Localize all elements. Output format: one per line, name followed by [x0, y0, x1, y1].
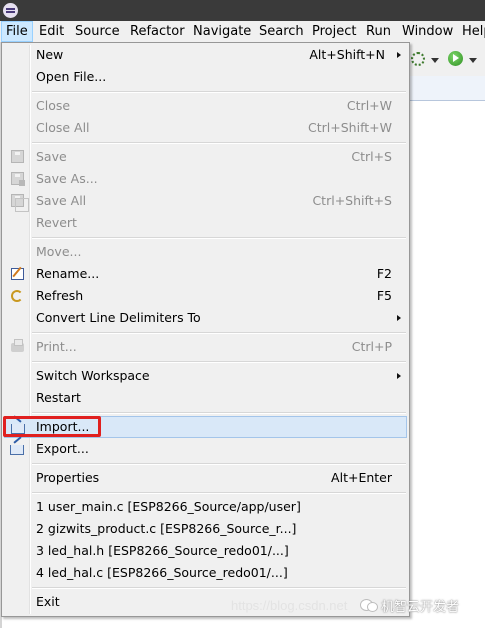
menubar-window[interactable]: Window — [398, 21, 457, 42]
menu-item-open-file[interactable]: Open File... — [4, 66, 407, 88]
menu-item-label: Save All — [36, 193, 87, 208]
menubar-run[interactable]: Run — [362, 21, 395, 42]
menu-item-switch-workspace[interactable]: Switch Workspace — [4, 365, 407, 387]
menubar-search[interactable]: Search — [255, 21, 308, 42]
menubar-edit[interactable]: Edit — [35, 21, 68, 42]
export-icon — [10, 445, 24, 455]
menu-item-shortcut: Ctrl+Shift+W — [308, 120, 392, 135]
menu-separator — [32, 492, 406, 494]
menu-item-shortcut: Ctrl+P — [351, 339, 392, 354]
menubar-navigate[interactable]: Navigate — [189, 21, 255, 42]
menu-item-shortcut: Ctrl+W — [346, 98, 392, 113]
menu-item-label: Close All — [36, 120, 90, 135]
printer-icon — [11, 339, 24, 352]
menu-item-label: Convert Line Delimiters To — [36, 310, 201, 325]
menu-separator — [32, 332, 406, 334]
file-menu: New Alt+Shift+N Open File... Close Ctrl+… — [1, 42, 410, 617]
chevron-down-icon[interactable] — [469, 58, 477, 63]
recent-file-item[interactable]: 4 led_hal.c [ESP8266_Source_redo01/...] — [4, 562, 407, 584]
menu-item-shortcut: Alt+Shift+N — [309, 47, 385, 62]
eclipse-app-icon — [3, 3, 18, 18]
menu-item-close-all[interactable]: Close All Ctrl+Shift+W — [4, 117, 407, 139]
menu-item-label: Close — [36, 98, 71, 113]
menu-item-label: Switch Workspace — [36, 368, 150, 383]
menu-item-label: Save As... — [36, 171, 98, 186]
menu-item-shortcut: Ctrl+Shift+S — [312, 193, 392, 208]
menubar-source[interactable]: Source — [71, 21, 124, 42]
menu-separator — [32, 237, 406, 239]
gear-icon[interactable] — [410, 51, 425, 66]
rename-icon — [11, 268, 24, 280]
title-bar — [0, 0, 485, 21]
annotation-highlight-box — [3, 416, 101, 437]
menu-item-save[interactable]: Save Ctrl+S — [4, 146, 407, 168]
menu-item-close[interactable]: Close Ctrl+W — [4, 95, 407, 117]
menu-item-label: Print... — [36, 339, 77, 354]
main-toolbar — [410, 42, 485, 77]
save-icon — [11, 150, 24, 163]
recent-file-label: 1 user_main.c [ESP8266_Source/app/user] — [36, 499, 301, 514]
refresh-icon — [11, 290, 23, 302]
menubar-project[interactable]: Project — [308, 21, 360, 42]
menubar-help[interactable]: Help — [458, 21, 485, 42]
menu-item-refresh[interactable]: Refresh F5 — [4, 285, 407, 307]
menu-item-shortcut: F5 — [376, 288, 392, 303]
menu-item-print[interactable]: Print... Ctrl+P — [4, 336, 407, 358]
chevron-down-icon[interactable] — [431, 58, 439, 63]
menu-item-new[interactable]: New Alt+Shift+N — [4, 44, 407, 66]
menu-bar: File Edit Source Refactor Navigate Searc… — [0, 21, 485, 43]
recent-file-item[interactable]: 3 led_hal.h [ESP8266_Source_redo01/...] — [4, 540, 407, 562]
menu-item-convert-line-delimiters[interactable]: Convert Line Delimiters To — [4, 307, 407, 329]
menu-item-revert[interactable]: Revert — [4, 212, 407, 234]
menu-separator — [32, 361, 406, 363]
menu-item-label: Move... — [36, 244, 82, 259]
save-all-icon — [11, 194, 29, 212]
run-icon[interactable] — [448, 51, 463, 66]
menu-item-save-as[interactable]: Save As... — [4, 168, 407, 190]
wechat-logo-icon — [360, 597, 378, 613]
menu-item-shortcut: F2 — [376, 266, 392, 281]
save-as-icon — [11, 172, 25, 186]
submenu-arrow-icon — [397, 52, 401, 58]
menu-item-label: Rename... — [36, 266, 100, 281]
recent-file-label: 4 led_hal.c [ESP8266_Source_redo01/...] — [36, 565, 288, 580]
menu-item-label: Export... — [36, 441, 89, 456]
recent-file-item[interactable]: 2 gizwits_product.c [ESP8266_Source_r...… — [4, 518, 407, 540]
menu-item-label: Save — [36, 149, 67, 164]
watermark-brand: 机智云开发者 — [381, 600, 460, 615]
menu-item-shortcut: Alt+Enter — [331, 470, 392, 485]
menu-item-label: Properties — [36, 470, 100, 485]
watermark-url: https://blog.csdn.net — [231, 598, 348, 613]
recent-file-item[interactable]: 1 user_main.c [ESP8266_Source/app/user] — [4, 496, 407, 518]
menubar-file[interactable]: File — [1, 21, 33, 42]
menubar-refactor[interactable]: Refactor — [126, 21, 189, 42]
menu-item-label: Revert — [36, 215, 77, 230]
submenu-arrow-icon — [397, 373, 401, 379]
menu-item-label: Refresh — [36, 288, 84, 303]
menu-item-label: Restart — [36, 390, 81, 405]
menu-separator — [32, 463, 406, 465]
submenu-arrow-icon — [397, 315, 401, 321]
menu-separator — [32, 412, 406, 414]
menu-separator — [32, 142, 406, 144]
menu-item-label: Exit — [36, 594, 60, 609]
menu-item-export[interactable]: Export... — [4, 438, 407, 460]
perspective-bar — [410, 76, 485, 101]
menu-item-save-all[interactable]: Save All Ctrl+Shift+S — [4, 190, 407, 212]
menu-item-label: New — [36, 47, 64, 62]
menu-item-shortcut: Ctrl+S — [351, 149, 392, 164]
menu-item-move[interactable]: Move... — [4, 241, 407, 263]
menu-item-restart[interactable]: Restart — [4, 387, 407, 409]
menu-item-label: Open File... — [36, 69, 107, 84]
recent-file-label: 2 gizwits_product.c [ESP8266_Source_r...… — [36, 521, 297, 536]
recent-file-label: 3 led_hal.h [ESP8266_Source_redo01/...] — [36, 543, 289, 558]
menu-item-rename[interactable]: Rename... F2 — [4, 263, 407, 285]
menu-separator — [32, 91, 406, 93]
menu-separator — [32, 587, 406, 589]
menu-item-properties[interactable]: Properties Alt+Enter — [4, 467, 407, 489]
